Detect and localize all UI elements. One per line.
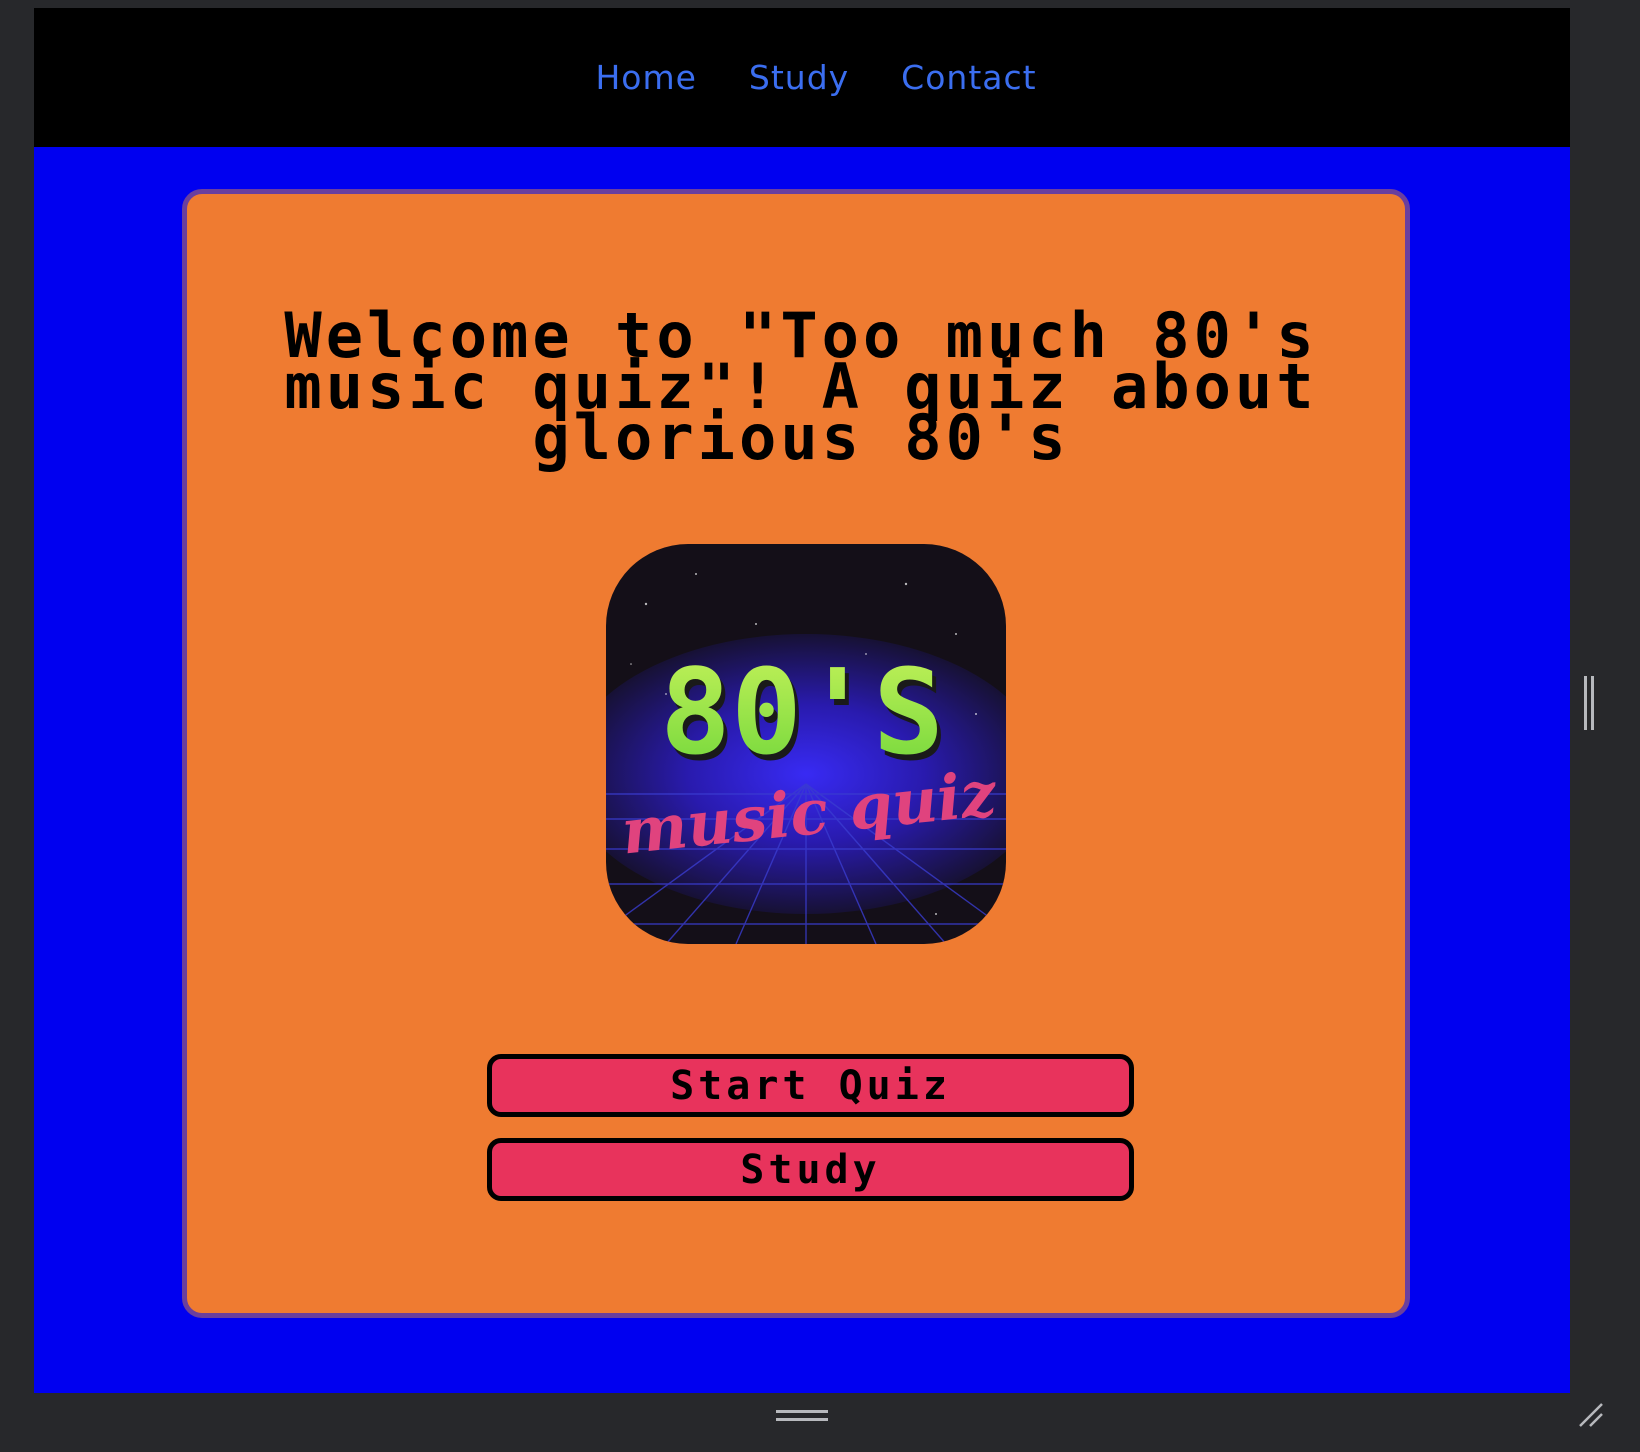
side-resize-handle[interactable]: [1584, 676, 1596, 730]
resizable-frame: Home Study Contact Welcome to "Too much …: [0, 0, 1640, 1452]
quiz-card: Welcome to "Too much 80's music quiz"! A…: [182, 189, 1410, 1318]
start-quiz-button[interactable]: Start Quiz: [487, 1054, 1134, 1117]
logo-main-text: 80'S: [660, 643, 944, 781]
quiz-logo-image: 80'S 80'S music quiz: [606, 544, 1006, 944]
page-title: Welcome to "Too much 80's music quiz"! A…: [284, 299, 1318, 474]
top-nav: Home Study Contact: [34, 8, 1570, 147]
nav-link-study[interactable]: Study: [749, 58, 849, 97]
nav-link-home[interactable]: Home: [595, 58, 696, 97]
nav-links: Home Study Contact: [595, 58, 1036, 97]
nav-link-contact[interactable]: Contact: [901, 58, 1036, 97]
study-button[interactable]: Study: [487, 1138, 1134, 1201]
corner-resize-icon[interactable]: [1578, 1402, 1604, 1428]
bottom-resize-handle[interactable]: [776, 1410, 828, 1424]
page-viewport: Home Study Contact Welcome to "Too much …: [34, 8, 1570, 1393]
